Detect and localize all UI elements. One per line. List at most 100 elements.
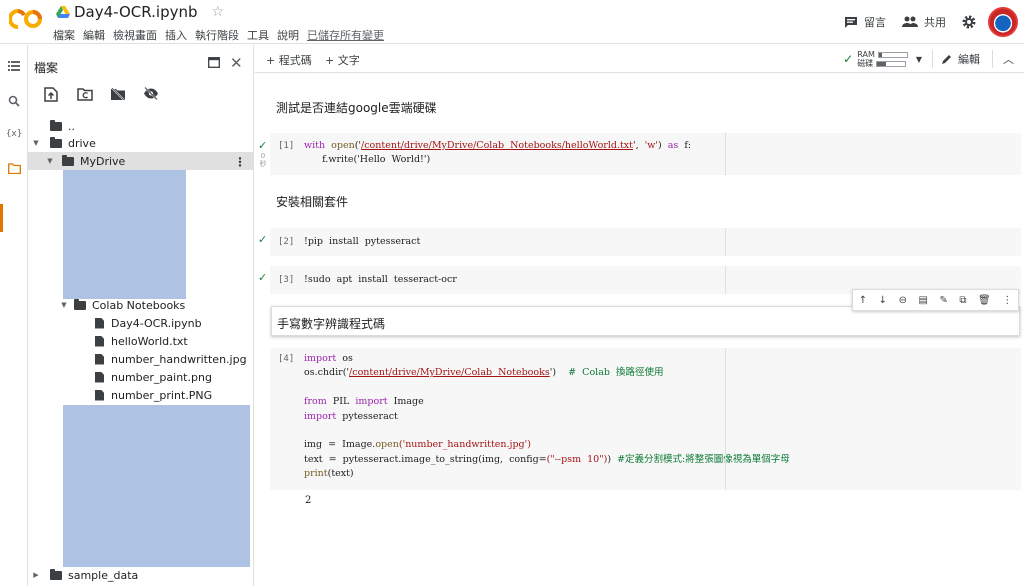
add-code-button[interactable]: + 程式碼 [266, 52, 312, 68]
notebook-title[interactable]: Day4-OCR.ipynb [74, 3, 198, 21]
toc-icon[interactable] [6, 61, 22, 77]
tree-file[interactable]: number_handwritten.jpg [28, 350, 254, 368]
cell-success-icon: ✓ [258, 271, 268, 284]
hide-files-icon[interactable] [143, 86, 161, 105]
code-comment: # Colab 換路徑使用 [568, 367, 664, 379]
file-icon [95, 389, 104, 401]
tree-mydrive[interactable]: ▼ MyDrive ⋮ [28, 152, 254, 170]
star-icon[interactable]: ☆ [212, 4, 225, 20]
add-text-button[interactable]: + 文字 [325, 52, 360, 68]
menu-insert[interactable]: 插入 [165, 27, 187, 43]
caret-down-icon[interactable]: ▼ [60, 301, 68, 309]
code-editor[interactable]: import os os.chdir('/content/drive/MyDri… [304, 352, 790, 482]
side-rail: {x} [0, 45, 28, 586]
cell-output: 2 [305, 495, 312, 506]
menu-bar: 檔案 編輯 檢視畫面 插入 執行階段 工具 說明 已儲存所有變更 [53, 27, 392, 43]
code-token: Image [393, 396, 424, 408]
more-vert-icon[interactable]: ⋮ [1002, 295, 1012, 306]
tree-colab-notebooks[interactable]: ▼ Colab Notebooks [28, 296, 254, 314]
code-editor[interactable]: !pip install pytesseract [304, 235, 420, 249]
menu-help[interactable]: 說明 [277, 27, 299, 43]
move-down-icon[interactable]: ↓ [879, 295, 887, 306]
comment-icon[interactable]: ▤ [918, 295, 927, 306]
drive-icon[interactable] [56, 6, 70, 18]
more-options-icon[interactable]: ⋮ [234, 155, 246, 169]
text-cell-2[interactable]: 安裝相關套件 [276, 193, 348, 210]
caret-down-icon[interactable]: ▼ [46, 157, 54, 165]
search-icon[interactable] [6, 95, 22, 111]
menu-tools[interactable]: 工具 [247, 27, 269, 43]
tree-file[interactable]: helloWorld.txt [28, 332, 254, 350]
collapse-header-icon[interactable]: ︿ [1003, 51, 1014, 67]
folder-icon[interactable] [6, 163, 22, 179]
unmount-drive-icon[interactable] [110, 87, 128, 105]
upload-icon[interactable] [44, 87, 62, 105]
code-cell-1[interactable]: [1] with open('/content/drive/MyDrive/Co… [270, 133, 1021, 175]
tree-drive[interactable]: ▼ drive [28, 134, 254, 152]
avatar[interactable] [988, 7, 1018, 37]
tree-file[interactable]: number_paint.png [28, 368, 254, 386]
resource-monitor[interactable]: RAM 磁碟 [857, 50, 908, 68]
disk-label: 磁碟 [857, 59, 874, 68]
close-icon[interactable]: ✕ [230, 54, 243, 72]
share-button[interactable]: 共用 [902, 14, 946, 30]
edit-icon[interactable]: ✎ [939, 295, 947, 306]
code-token: 'w' [644, 140, 659, 151]
move-up-icon[interactable]: ↑ [859, 295, 867, 306]
tree-file-label: Day4-OCR.ipynb [111, 316, 202, 330]
new-window-icon[interactable] [208, 57, 220, 71]
parent-folder-icon [50, 119, 62, 131]
tree-file[interactable]: number_print.PNG [28, 386, 254, 404]
gear-icon[interactable] [962, 15, 976, 29]
code-cell-4[interactable]: [4] import os os.chdir('/content/drive/M… [270, 348, 1021, 490]
folder-icon [50, 136, 62, 148]
code-token: open [331, 140, 355, 151]
tree-parent[interactable]: .. [28, 117, 254, 135]
menu-runtime[interactable]: 執行階段 [195, 27, 239, 43]
people-icon [902, 16, 918, 27]
menu-edit[interactable]: 編輯 [83, 27, 105, 43]
delete-icon[interactable]: 🗑 [978, 295, 991, 306]
pencil-icon[interactable] [941, 53, 953, 65]
tree-drive-label: drive [68, 136, 96, 150]
code-cell-2[interactable]: [2] !pip install pytesseract [270, 228, 1021, 256]
tree-mydrive-label: MyDrive [80, 154, 126, 168]
menu-file[interactable]: 檔案 [53, 27, 75, 43]
cell-prompt: [3] [278, 275, 295, 285]
colab-logo[interactable] [9, 8, 43, 30]
share-label: 共用 [924, 16, 946, 29]
code-token: open [375, 439, 399, 451]
tree-sample-data[interactable]: ▶ sample_data [28, 566, 254, 584]
code-line: f.write('Hello World!') [322, 154, 431, 166]
file-icon [95, 317, 104, 329]
code-token: PIL [332, 396, 350, 408]
code-token: ) [607, 453, 612, 465]
notebook-toolbar: + 程式碼 + 文字 ✓ RAM 磁碟 ▼ 編輯 ︿ [255, 45, 1024, 73]
code-token: f: [684, 140, 692, 151]
ram-label: RAM [857, 50, 875, 59]
code-token: img = Image. [304, 439, 376, 451]
text-cell-1[interactable]: 測試是否連結google雲端硬碟 [276, 99, 437, 116]
saved-status[interactable]: 已儲存所有變更 [307, 27, 384, 43]
connected-check-icon: ✓ [843, 52, 854, 66]
code-token: ('number_handwritten.jpg') [398, 439, 531, 451]
code-token: print [304, 468, 328, 480]
tree-file[interactable]: Day4-OCR.ipynb [28, 314, 254, 332]
refresh-folder-icon[interactable] [77, 87, 95, 105]
comment-button[interactable]: 留言 [844, 14, 886, 30]
link-icon[interactable]: ⊖ [899, 295, 907, 306]
code-token: text = pytesseract.image_to_string(img, … [304, 453, 547, 465]
caret-down-icon[interactable]: ▼ [32, 139, 40, 147]
cell-success-icon: ✓ [258, 233, 268, 246]
cell-divider [725, 348, 726, 490]
edit-label[interactable]: 編輯 [958, 51, 980, 67]
menu-view[interactable]: 檢視畫面 [113, 27, 157, 43]
tree-file-label: helloWorld.txt [111, 334, 188, 348]
variables-icon[interactable]: {x} [6, 129, 22, 145]
mirror-cell-icon[interactable]: ⧉ [959, 295, 966, 306]
code-editor[interactable]: !sudo apt install tesseract-ocr [304, 273, 457, 287]
chevron-down-icon[interactable]: ▼ [916, 55, 922, 64]
caret-right-icon[interactable]: ▶ [32, 571, 40, 579]
ram-meter [877, 51, 908, 58]
code-editor[interactable]: with open('/content/drive/MyDrive/Colab … [304, 139, 691, 168]
